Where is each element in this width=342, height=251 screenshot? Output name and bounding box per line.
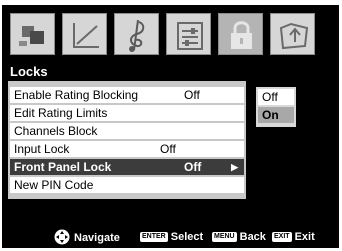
menu-item-input-lock[interactable]: Input Lock Off (10, 141, 244, 157)
navigation-pad-icon (54, 229, 70, 245)
tv-screen: Locks Enable Rating Blocking Off Edit Ra… (0, 0, 342, 251)
tab-audio[interactable] (114, 13, 159, 55)
menu-item-label: New PIN Code (14, 178, 94, 192)
help-bar: Navigate ENTER Select MENU Back EXIT Exit (2, 229, 339, 245)
lock-icon (231, 21, 252, 49)
menu-item-label: Edit Rating Limits (14, 106, 108, 120)
tab-locks[interactable] (218, 13, 263, 55)
menu-item-enable-rating-blocking[interactable]: Enable Rating Blocking Off (10, 87, 244, 103)
panel-title: Locks (8, 63, 246, 80)
help-exit: EXIT Exit (272, 229, 315, 245)
chevron-right-icon: ▶ (231, 162, 238, 172)
locks-menu: Enable Rating Blocking Off Edit Rating L… (8, 81, 246, 199)
help-back-label: Back (239, 231, 266, 243)
option-on[interactable]: On (258, 107, 294, 123)
help-exit-label: Exit (294, 231, 315, 243)
help-back: MENU Back (212, 229, 266, 245)
tab-screen[interactable] (62, 13, 107, 55)
menu-item-label: Input Lock (14, 142, 70, 156)
setup-icon (177, 22, 203, 50)
menu-item-label: Front Panel Lock (14, 160, 112, 174)
menu-item-edit-rating-limits[interactable]: Edit Rating Limits (10, 105, 244, 121)
help-select: ENTER Select (140, 229, 203, 245)
menu-item-front-panel-lock[interactable]: Front Panel Lock Off ▶ (10, 159, 244, 175)
option-list: Off On (256, 87, 296, 127)
menu-item-new-pin-code[interactable]: New PIN Code (10, 177, 244, 193)
screen-icon (73, 23, 99, 48)
help-navigate: Navigate (54, 229, 120, 246)
menu-item-label: Enable Rating Blocking (14, 88, 139, 102)
help-select-label: Select (170, 231, 204, 243)
help-navigate-label: Navigate (74, 232, 120, 244)
menu-key-icon: MENU (212, 232, 237, 242)
tab-applications[interactable] (270, 13, 315, 55)
exit-key-icon: EXIT (272, 232, 292, 242)
tab-setup[interactable] (166, 13, 211, 55)
osd-menu: Locks Enable Rating Blocking Off Edit Ra… (2, 5, 339, 248)
menu-item-label: Channels Block (14, 124, 98, 138)
menu-item-channels-block[interactable]: Channels Block (10, 123, 244, 139)
audio-icon (129, 19, 145, 52)
enter-key-icon: ENTER (140, 232, 168, 242)
applications-icon (279, 22, 309, 50)
menu-item-value: Off (184, 160, 202, 174)
tab-picture[interactable] (10, 13, 55, 55)
option-off[interactable]: Off (258, 89, 294, 105)
menu-item-value: Off (160, 142, 176, 156)
menu-item-value: Off (184, 88, 200, 102)
picture-icon (19, 26, 44, 46)
